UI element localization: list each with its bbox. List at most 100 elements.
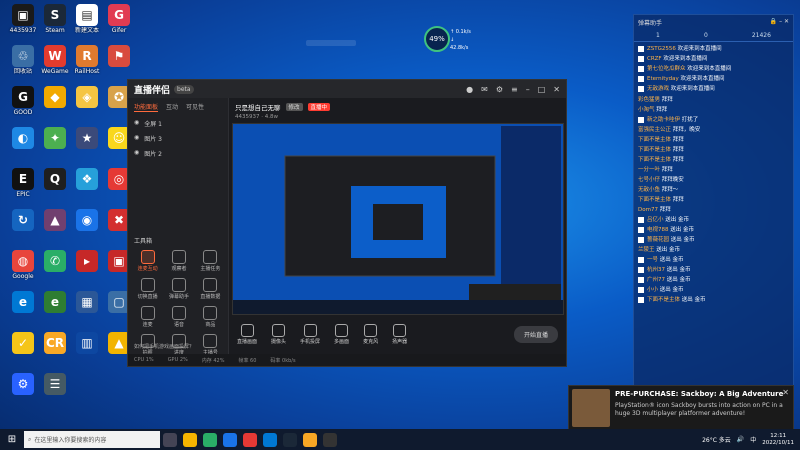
badge-icon [638, 276, 644, 283]
tool-button[interactable]: 直播数据 [195, 278, 226, 300]
language[interactable]: 中 [750, 435, 756, 444]
notification-toast[interactable]: PRE-PURCHASE: Sackboy: A Big Adventure P… [568, 385, 794, 431]
chat-user[interactable]: 杭州37 [647, 267, 667, 273]
chat-user[interactable]: 广州77 [647, 277, 667, 283]
app-icon: S [44, 4, 66, 26]
source-icon [272, 323, 286, 337]
tab-interact[interactable]: 互动 [166, 102, 178, 112]
chrome-icon[interactable] [223, 432, 237, 447]
chat-user[interactable]: 下面不是主体 [638, 157, 673, 163]
live-app-window[interactable]: 直播伴侣 beta ● ✉ ⚙ ≡ – □ ✕ 功能面板 互动 可见性 ◉ 全屏 … [127, 79, 567, 367]
eye-icon[interactable]: ◉ [134, 134, 139, 143]
chat-user[interactable]: 无敌小鱼 [638, 187, 662, 193]
chat-user[interactable]: CRZF [647, 56, 663, 62]
chat-text: 拜拜，晚安 [672, 127, 701, 133]
chat-message: 兰陵王 送出 金币 [638, 246, 789, 255]
chat-message: 小淘气 拜拜 [638, 106, 789, 115]
minimize-icon[interactable]: – [526, 85, 530, 94]
start-button[interactable]: ⊞ [0, 429, 24, 450]
chat-user[interactable]: 彩色猛男 [638, 97, 662, 103]
desktop-icon[interactable]: G Gifer [100, 4, 138, 34]
close-icon[interactable]: ✕ [782, 388, 789, 397]
avatar[interactable]: ● [466, 85, 473, 94]
tool-button[interactable]: 切换直播 [132, 278, 163, 300]
stream-preview[interactable] [232, 123, 564, 315]
app-icon[interactable] [243, 432, 257, 447]
desktop-icon[interactable]: ⚑ [100, 45, 138, 68]
scene-item[interactable]: ◉ 图片 2 [128, 146, 228, 161]
chat-user[interactable]: 下面不是主体 [647, 297, 682, 303]
chat-message: 第七位吃瓜群众 欢迎来到本直播间 [638, 65, 789, 74]
app-icon[interactable] [303, 432, 317, 447]
chat-user[interactable]: 第七位吃瓜群众 [647, 66, 687, 72]
maximize-icon[interactable]: □ [538, 85, 546, 94]
edit-tag[interactable]: 修改 [285, 103, 303, 111]
tool-button[interactable]: 观察者 [163, 250, 194, 272]
chat-user[interactable]: 小淘气 [638, 107, 656, 113]
menu-icon[interactable]: ≡ [511, 85, 518, 94]
source-button[interactable]: 直播画面 [237, 323, 257, 345]
edge-icon[interactable] [263, 432, 277, 447]
tool-button[interactable]: 连麦 [132, 306, 163, 328]
tool-button[interactable]: 商品 [195, 306, 226, 328]
chat-user[interactable]: ZSTG2556 [647, 46, 678, 52]
steam-icon[interactable] [283, 432, 297, 447]
clock[interactable]: 12:11 2022/10/11 [762, 433, 794, 447]
chat-user[interactable]: Dom77 [638, 207, 660, 213]
tab-function[interactable]: 功能面板 [134, 102, 159, 112]
live-app-icon[interactable] [323, 432, 337, 447]
source-button[interactable]: 麦克风 [363, 323, 378, 345]
chat-user[interactable]: 无敌游戏 [647, 86, 671, 92]
status-item: 内存 42% [201, 357, 225, 364]
chat-user[interactable]: 下面不是主体 [638, 137, 673, 143]
chat-user[interactable]: 兰陵王 [638, 247, 656, 253]
chat-user[interactable]: 七号小仔 [638, 177, 662, 183]
chat-user[interactable]: 蔷薇花园 [647, 237, 671, 243]
app-icon: ↻ [12, 209, 34, 231]
volume-icon[interactable]: 🔊 [737, 436, 744, 443]
chat-user[interactable]: 小小 [647, 287, 660, 293]
tip-text[interactable]: 如何把手机游戏画面投屏？ [134, 343, 194, 350]
chat-user[interactable]: 吕亿小 [647, 217, 665, 223]
desktop-icon[interactable]: ☰ [36, 373, 74, 396]
chat-user[interactable]: 一号 [647, 257, 660, 263]
performance-widget[interactable]: 49% ↑ 0.1k/s ↓ 42.8k/s [424, 26, 472, 52]
chat-text: 拜拜 [661, 97, 673, 103]
file-explorer-icon[interactable] [183, 432, 197, 447]
tool-button[interactable]: 连麦互动 [132, 250, 163, 272]
scene-item[interactable]: ◉ 图片 3 [128, 131, 228, 146]
chat-user[interactable]: 富强民主公正 [638, 127, 673, 133]
chat-panel[interactable]: 弹幕助手 🔒 – ✕ 1 0 21426 ZSTG2556 欢迎来到本直播间 CR… [633, 14, 794, 386]
source-button[interactable]: 摄像头 [271, 323, 286, 345]
tool-icon [203, 278, 218, 292]
eye-icon[interactable]: ◉ [134, 119, 139, 128]
tool-icon [203, 250, 218, 264]
tool-button[interactable]: 主播任务 [195, 250, 226, 272]
search-input[interactable]: ⌕ 在这里输入你要搜索的内容 [24, 431, 160, 448]
source-button[interactable]: 手机投屏 [300, 323, 320, 345]
tool-button[interactable]: 语音 [163, 306, 194, 328]
chat-user[interactable]: 下面不是主体 [638, 197, 673, 203]
chat-user[interactable]: 新之助卡哇伊 [647, 117, 682, 123]
settings-icon[interactable]: ⚙ [496, 85, 503, 94]
chat-message: 一分一叶 拜拜 [638, 166, 789, 175]
chat-user[interactable]: 下面不是主体 [638, 147, 673, 153]
tool-button[interactable]: 主播号 [195, 334, 226, 356]
close-icon[interactable]: ✕ [553, 85, 560, 94]
chat-user[interactable]: 电视788 [647, 227, 670, 233]
chat-user[interactable]: Eternityday [647, 76, 680, 82]
wechat-icon[interactable] [203, 432, 217, 447]
stat-2: 0 [703, 32, 708, 39]
task-view-icon[interactable] [163, 432, 177, 447]
source-button[interactable]: 扬声器 [392, 323, 407, 345]
start-live-button[interactable]: 开始直播 [513, 325, 558, 343]
tab-visibility[interactable]: 可见性 [186, 102, 204, 112]
chat-user[interactable]: 一分一叶 [638, 167, 662, 173]
message-icon[interactable]: ✉ [481, 85, 488, 94]
source-button[interactable]: 多画面 [334, 323, 349, 345]
eye-icon[interactable]: ◉ [134, 149, 139, 158]
chat-controls[interactable]: 🔒 – ✕ [770, 18, 789, 27]
scene-item[interactable]: ◉ 全屏 1 [128, 116, 228, 131]
tool-button[interactable]: 弹幕助手 [163, 278, 194, 300]
weather[interactable]: 26°C 多云 [702, 435, 731, 444]
